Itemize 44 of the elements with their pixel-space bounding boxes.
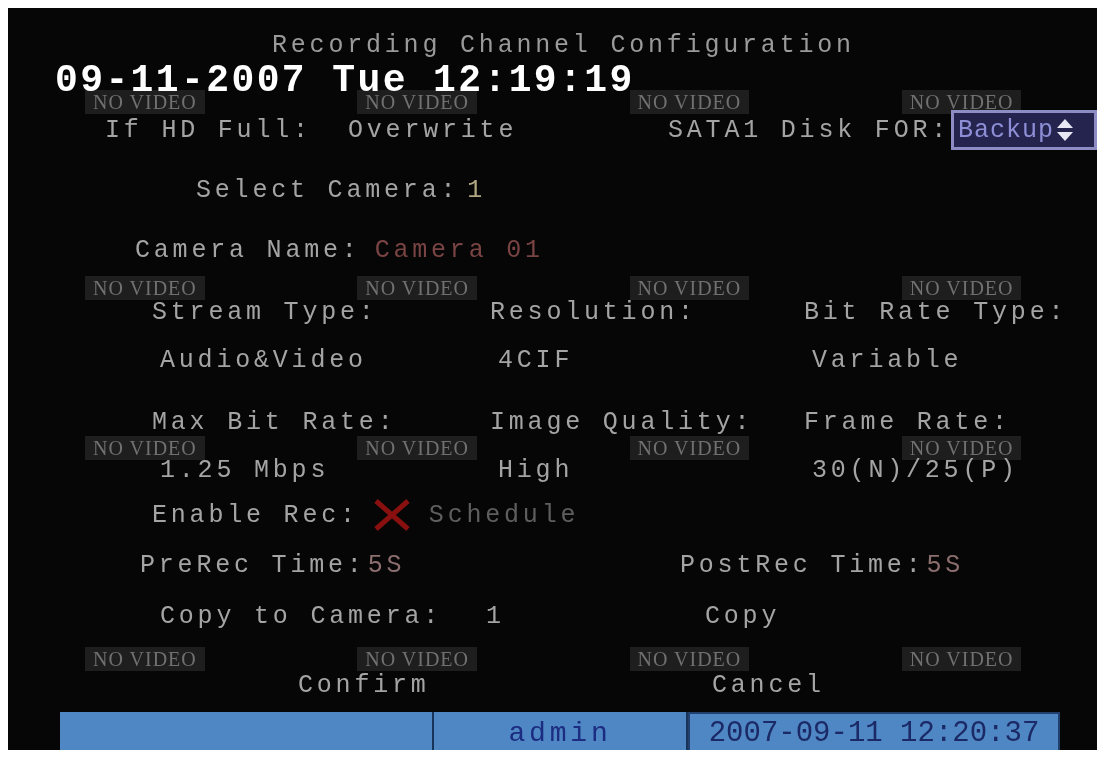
field-label: If HD Full: [105,115,313,145]
field-label: Copy to Camera: [160,601,444,631]
no-video-label: NO VIDEO [629,646,750,671]
no-video-label: NO VIDEO [85,646,205,671]
copy-button[interactable]: Copy [705,601,781,631]
field-value[interactable]: 1 [486,601,705,631]
disk-spinner[interactable]: Backup [951,110,1097,150]
field-label: Max Bit Rate: [152,407,398,437]
cancel-button[interactable]: Cancel [712,670,825,700]
field-value[interactable]: 4CIF [498,345,812,375]
confirm-button[interactable]: Confirm [298,670,712,700]
no-video-label: NO VIDEO [357,90,477,114]
field-label: PreRec Time: [140,550,366,580]
field-label: Camera Name: [135,235,361,265]
field-value[interactable]: 1 [467,175,487,205]
field-label: Select Camera: [196,175,460,205]
no-video-label: NO VIDEO [901,90,1022,114]
no-video-label: NO VIDEO [85,275,205,300]
field-value[interactable]: Variable [812,345,963,375]
user-label: admin [434,712,688,750]
field-value[interactable]: Overwrite [348,115,668,145]
field-value[interactable]: 5S [367,550,406,580]
no-video-label: NO VIDEO [357,646,477,671]
no-video-label: NO VIDEO [901,275,1022,300]
no-video-label: NO VIDEO [629,90,750,114]
field-label: Enable Rec: [152,500,359,530]
field-label: Image Quality: [490,407,755,437]
field-label: Bit Rate Type: [804,297,1068,327]
no-video-label: NO VIDEO [357,275,477,300]
status-clock: 2007-09-11 12:20:37 [688,712,1060,750]
field-value[interactable]: Audio&Video [160,345,498,375]
field-label: Resolution: [490,297,698,327]
screen-title: Recording Channel Configuration [272,32,855,60]
field-label: Frame Rate: [804,407,1011,437]
field-label: SATA1 Disk FOR: [668,115,951,145]
no-video-label: NO VIDEO [629,275,750,300]
field-label: PostRec Time: [680,550,925,580]
no-video-label: NO VIDEO [629,436,750,460]
up-down-arrows-icon[interactable] [1056,118,1074,142]
no-video-label: NO VIDEO [901,646,1022,671]
no-video-label: NO VIDEO [357,436,477,460]
field-value[interactable]: 5S [926,550,965,580]
no-video-label: NO VIDEO [85,436,205,460]
field-label: Stream Type: [152,297,379,327]
